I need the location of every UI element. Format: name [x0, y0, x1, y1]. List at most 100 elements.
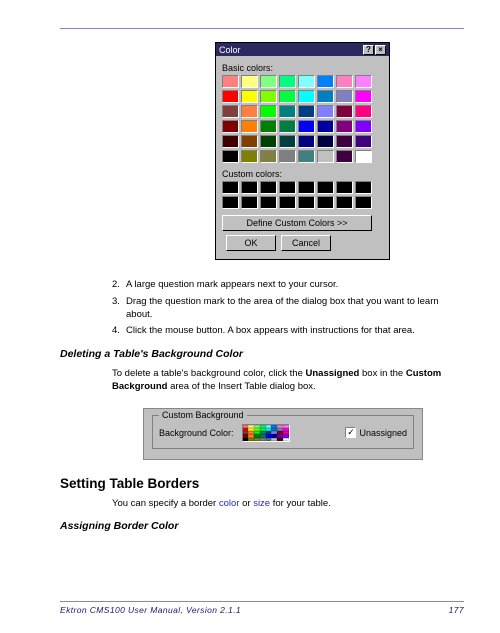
color-swatch[interactable]: [298, 120, 315, 133]
color-swatch[interactable]: [222, 105, 239, 118]
custom-color-swatch[interactable]: [298, 196, 315, 209]
color-swatch[interactable]: [355, 105, 372, 118]
checkbox-icon: ✓: [345, 427, 356, 438]
color-swatch[interactable]: [317, 75, 334, 88]
custom-color-swatch[interactable]: [355, 196, 372, 209]
color-swatch[interactable]: [222, 150, 239, 163]
color-swatch[interactable]: [241, 75, 258, 88]
color-swatch[interactable]: [336, 105, 353, 118]
custom-color-swatch[interactable]: [279, 181, 296, 194]
list-item: 2.A large question mark appears next to …: [112, 279, 454, 292]
color-swatch[interactable]: [298, 135, 315, 148]
setting-borders-paragraph: You can specify a border color or size f…: [112, 497, 454, 510]
color-swatch[interactable]: [279, 120, 296, 133]
custom-background-fieldset: Custom Background Background Color: ✓ Un…: [152, 415, 414, 449]
color-swatch[interactable]: [241, 150, 258, 163]
color-swatch[interactable]: [279, 135, 296, 148]
custom-color-swatch[interactable]: [222, 181, 239, 194]
delete-bg-heading: Deleting a Table's Background Color: [60, 348, 454, 360]
color-swatch[interactable]: [317, 90, 334, 103]
unassigned-checkbox[interactable]: ✓ Unassigned: [345, 427, 407, 438]
color-swatch[interactable]: [298, 90, 315, 103]
ok-button[interactable]: OK: [226, 235, 276, 251]
list-item: 3.Drag the question mark to the area of …: [112, 296, 454, 322]
color-swatch[interactable]: [317, 150, 334, 163]
delete-bg-paragraph: To delete a table's background color, cl…: [112, 368, 454, 394]
step-number: 2.: [112, 279, 126, 292]
color-swatch[interactable]: [336, 135, 353, 148]
color-swatch[interactable]: [336, 75, 353, 88]
custom-colors-label: Custom colors:: [222, 169, 383, 179]
color-swatch[interactable]: [222, 135, 239, 148]
footer-page-number: 177: [449, 605, 464, 615]
custom-color-swatch[interactable]: [336, 196, 353, 209]
custom-color-swatch[interactable]: [260, 196, 277, 209]
color-swatch[interactable]: [260, 135, 277, 148]
color-swatch[interactable]: [241, 105, 258, 118]
color-swatch[interactable]: [222, 90, 239, 103]
step-text: A large question mark appears next to yo…: [126, 279, 338, 292]
custom-color-swatch[interactable]: [241, 181, 258, 194]
page-footer: Ektron CMS100 User Manual, Version 2.1.1…: [60, 601, 464, 615]
color-swatch[interactable]: [222, 75, 239, 88]
color-swatch[interactable]: [336, 120, 353, 133]
color-swatch[interactable]: [260, 120, 277, 133]
color-swatch[interactable]: [317, 135, 334, 148]
top-rule: [60, 28, 464, 29]
custom-color-swatch[interactable]: [317, 196, 334, 209]
assigning-border-color-heading: Assigning Border Color: [60, 520, 454, 532]
color-swatch[interactable]: [355, 120, 372, 133]
color-swatch[interactable]: [260, 90, 277, 103]
color-swatch[interactable]: [317, 120, 334, 133]
color-swatch[interactable]: [260, 75, 277, 88]
basic-colors-label: Basic colors:: [222, 63, 383, 73]
step-number: 3.: [112, 296, 126, 322]
instruction-list: 2.A large question mark appears next to …: [112, 279, 454, 338]
size-link[interactable]: size: [253, 498, 270, 509]
color-swatch[interactable]: [298, 105, 315, 118]
custom-color-swatch[interactable]: [298, 181, 315, 194]
color-swatch[interactable]: [241, 120, 258, 133]
close-icon[interactable]: ×: [375, 45, 386, 55]
color-swatch[interactable]: [298, 75, 315, 88]
dialog-titlebar: Color ? ×: [216, 43, 389, 56]
color-swatch[interactable]: [298, 150, 315, 163]
color-swatch[interactable]: [355, 90, 372, 103]
cancel-button[interactable]: Cancel: [281, 235, 331, 251]
step-number: 4.: [112, 325, 126, 338]
custom-color-swatch[interactable]: [260, 181, 277, 194]
footer-manual-title: Ektron CMS100 User Manual, Version 2.1.1: [60, 605, 241, 615]
color-swatch[interactable]: [241, 90, 258, 103]
bg-color-swatch-button[interactable]: [242, 424, 290, 442]
color-swatch[interactable]: [241, 135, 258, 148]
color-swatch[interactable]: [279, 90, 296, 103]
color-swatch[interactable]: [336, 90, 353, 103]
color-swatch[interactable]: [279, 105, 296, 118]
custom-color-swatch[interactable]: [317, 181, 334, 194]
color-swatch[interactable]: [279, 150, 296, 163]
color-dialog: Color ? × Basic colors: Custom colors: D…: [215, 42, 390, 260]
color-link[interactable]: color: [219, 498, 240, 509]
color-swatch[interactable]: [355, 75, 372, 88]
custom-color-swatch[interactable]: [336, 181, 353, 194]
color-swatch[interactable]: [279, 75, 296, 88]
color-swatch[interactable]: [317, 105, 334, 118]
color-swatch[interactable]: [260, 150, 277, 163]
dialog-title: Color: [219, 45, 363, 55]
fieldset-legend: Custom Background: [159, 410, 247, 420]
define-custom-colors-button[interactable]: Define Custom Colors >>: [222, 215, 372, 231]
custom-color-swatch[interactable]: [355, 181, 372, 194]
custom-color-swatch[interactable]: [241, 196, 258, 209]
color-swatch[interactable]: [260, 105, 277, 118]
step-text: Click the mouse button. A box appears wi…: [126, 325, 415, 338]
color-swatch[interactable]: [336, 150, 353, 163]
custom-color-swatch[interactable]: [279, 196, 296, 209]
custom-color-swatch[interactable]: [222, 196, 239, 209]
color-swatch[interactable]: [222, 120, 239, 133]
basic-color-grid: [222, 75, 383, 163]
color-swatch[interactable]: [355, 150, 372, 163]
help-icon[interactable]: ?: [363, 45, 374, 55]
unassigned-label: Unassigned: [359, 428, 407, 438]
color-swatch[interactable]: [355, 135, 372, 148]
custom-color-grid: [222, 181, 383, 209]
